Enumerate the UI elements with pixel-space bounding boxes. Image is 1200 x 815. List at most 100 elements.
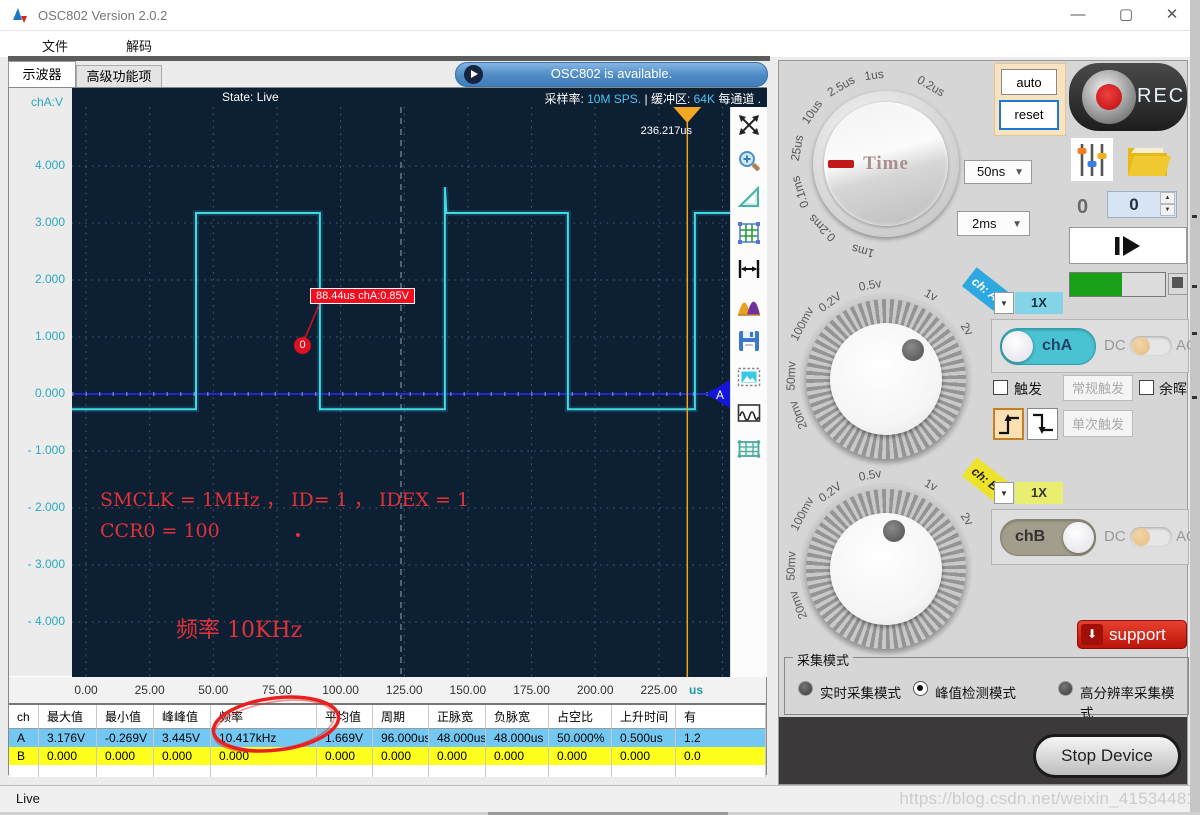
table-row[interactable]: A 3.176V -0.269V 3.445V 10.417kHz 1.669V 96.00… xyxy=(9,729,766,747)
waveform-display-icon[interactable] xyxy=(736,399,763,426)
histogram-icon[interactable] xyxy=(736,291,763,318)
table-cell xyxy=(97,765,154,777)
trigger-checkbox[interactable] xyxy=(993,380,1008,395)
menu-file[interactable]: 文件 xyxy=(42,36,68,55)
sliders-icon xyxy=(1077,143,1107,176)
minimize-button[interactable]: — xyxy=(1058,4,1098,26)
status-text: Live xyxy=(16,791,40,806)
spinner-value: 0 xyxy=(1129,195,1139,214)
time-scale-label: 0.2ms xyxy=(805,211,839,245)
normal-trigger-button[interactable]: 常规触发 xyxy=(1063,375,1133,401)
progress-stop-button[interactable] xyxy=(1168,273,1188,295)
tab-advanced[interactable]: 高级功能项 xyxy=(76,65,162,89)
y-tick-label: - 3.000 xyxy=(27,557,65,571)
spinner-down-icon[interactable]: ▼ xyxy=(1160,204,1175,216)
screenshot-icon[interactable] xyxy=(736,363,763,390)
x-tick-label: 125.00 xyxy=(385,683,423,697)
toggle-ball xyxy=(1002,331,1033,362)
table-cell xyxy=(549,765,612,777)
chb-probe-dropdown[interactable]: ▼ xyxy=(994,482,1014,504)
persistence-checkbox[interactable] xyxy=(1139,380,1154,395)
table-cell: 0.000 xyxy=(612,747,676,765)
fullscreen-icon[interactable] xyxy=(736,111,763,138)
record-button[interactable]: REC xyxy=(1069,63,1187,131)
y-tick-label: - 1.000 xyxy=(27,443,65,457)
time-cursor-handle[interactable] xyxy=(673,107,702,123)
chb-toggle-label: chB xyxy=(1015,528,1046,545)
scope-state: State: Live xyxy=(222,90,279,104)
table-header-cell: 负脉宽 xyxy=(486,705,549,729)
x-tick-label: 200.00 xyxy=(576,683,614,697)
frame-spinner[interactable]: 0 ▲ ▼ xyxy=(1107,191,1177,218)
reset-button[interactable]: reset xyxy=(999,100,1059,130)
timebase-select[interactable]: 2ms ▼ xyxy=(957,211,1030,236)
y-tick-label: - 4.000 xyxy=(27,614,65,628)
table-row[interactable]: B 0.000 0.000 0.000 0.000 0.000 0.000 0.000 0.00… xyxy=(9,747,766,765)
save-icon[interactable] xyxy=(736,327,763,354)
waveform-plot[interactable]: A 236.217us 88.44us chA:0.85V 0 SMCLK = … xyxy=(72,107,730,677)
mixer-settings-button[interactable] xyxy=(1071,138,1113,181)
scope-toolbar xyxy=(730,107,767,677)
chb-enable-toggle[interactable]: chB xyxy=(1000,519,1096,556)
cha-probe-dropdown[interactable]: ▼ xyxy=(994,292,1014,314)
measurement-annotation[interactable]: 88.44us chA:0.85V xyxy=(310,288,415,304)
y-axis-gutter: chA:V 4.000 3.000 2.000 1.000 0.000 - 1.000 - … xyxy=(9,88,72,676)
cha-dc-label: DC xyxy=(1104,337,1126,354)
menu-decode[interactable]: 解码 xyxy=(126,36,152,55)
background-edge xyxy=(1190,0,1200,815)
cha-probe-ratio[interactable]: 1X xyxy=(1015,292,1063,314)
edge-mark xyxy=(1192,396,1197,399)
table-icon[interactable] xyxy=(736,435,763,462)
annotation-marker[interactable]: 0 xyxy=(294,337,311,354)
step-play-button[interactable] xyxy=(1069,227,1187,264)
chb-scale-label: 0.5v xyxy=(857,466,883,484)
cha-volts-knob[interactable] xyxy=(830,323,942,435)
rising-edge-button[interactable] xyxy=(993,408,1024,440)
close-button[interactable]: ✕ xyxy=(1152,4,1192,26)
chevron-down-icon: ▼ xyxy=(1012,219,1022,230)
folder-icon xyxy=(1128,148,1171,176)
scope-note-1: SMCLK = 1MHz ， ID= 1 ， IDEX = 1 xyxy=(100,489,470,511)
chb-coupling-panel: chB DC AC xyxy=(991,509,1197,565)
table-header-cell: 占空比 xyxy=(549,705,612,729)
x-axis: 0.00 25.00 50.00 75.00 100.00 125.00 150.00 175… xyxy=(9,677,766,703)
cha-coupling-toggle[interactable] xyxy=(1130,336,1172,356)
horizontal-measure-icon[interactable] xyxy=(736,255,763,282)
cha-enable-toggle[interactable]: chA xyxy=(1000,328,1096,365)
spinner-up-icon[interactable]: ▲ xyxy=(1160,192,1175,204)
open-file-button[interactable] xyxy=(1123,137,1173,183)
zoom-in-icon[interactable] xyxy=(736,147,763,174)
trigger-time-select[interactable]: 50ns ▼ xyxy=(964,160,1032,184)
table-header-cell: 最小值 xyxy=(97,705,154,729)
single-trigger-button[interactable]: 单次触发 xyxy=(1063,410,1133,437)
radio-realtime[interactable] xyxy=(798,681,813,696)
table-header-cell: 平均值 xyxy=(317,705,373,729)
availability-banner: OSC802 is available. xyxy=(455,62,768,87)
waveform-svg: A xyxy=(72,107,730,677)
table-cell: -0.269V xyxy=(97,729,154,747)
chb-probe-ratio[interactable]: 1X xyxy=(1015,482,1063,504)
app-logo-icon xyxy=(13,8,27,23)
banner-text: OSC802 is available. xyxy=(550,66,673,81)
table-cell: 0.000 xyxy=(154,747,211,765)
auto-button[interactable]: auto xyxy=(1001,69,1057,95)
radio-high-res[interactable] xyxy=(1058,681,1073,696)
tab-oscilloscope[interactable]: 示波器 xyxy=(8,61,76,88)
device-control-bar: Stop Device xyxy=(779,717,1187,784)
play-icon xyxy=(1115,235,1140,256)
radio-peak-detect[interactable] xyxy=(913,681,928,696)
time-scale-label: 10us xyxy=(798,97,826,127)
cha-scale-label: 0.5v xyxy=(857,276,883,294)
grid-icon[interactable] xyxy=(736,219,763,246)
table-cell: 0.000 xyxy=(39,747,97,765)
support-label: support xyxy=(1109,624,1166,644)
support-button[interactable]: ⬇ support xyxy=(1077,620,1187,649)
ruler-icon[interactable] xyxy=(736,183,763,210)
maximize-button[interactable]: ▢ xyxy=(1106,4,1146,26)
table-cell xyxy=(211,765,317,777)
stop-device-button[interactable]: Stop Device xyxy=(1033,734,1181,778)
falling-edge-button[interactable] xyxy=(1027,408,1058,440)
table-cell: 48.000us xyxy=(486,729,549,747)
chb-coupling-toggle[interactable] xyxy=(1130,527,1172,547)
title-bar: OSC802 Version 2.0.2 — ▢ ✕ xyxy=(0,0,1190,31)
